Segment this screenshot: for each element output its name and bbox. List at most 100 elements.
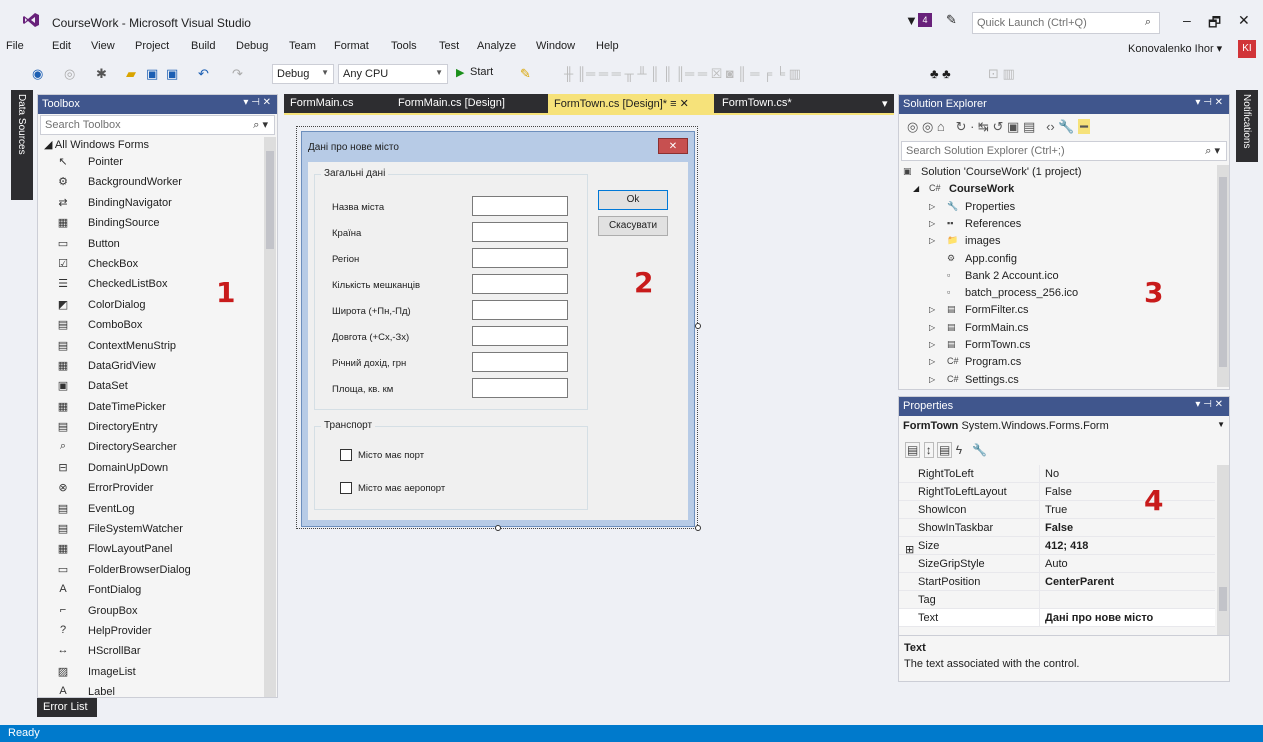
tab-formtown-design[interactable]: FormTown.cs [Design]* ≡ ✕ — [548, 94, 714, 113]
menu-project[interactable]: Project — [135, 40, 169, 52]
toolbox-item[interactable]: ? HelpProvider — [38, 621, 263, 641]
error-list-tab[interactable]: Error List — [37, 698, 97, 717]
back-icon[interactable]: ◉ — [32, 66, 43, 82]
resize-handle-bottom[interactable] — [495, 525, 501, 531]
property-value[interactable]: Дані про нове місто — [1045, 612, 1153, 624]
tab-order-icon[interactable]: ♣ ♣ — [930, 66, 951, 81]
pin-close-icons[interactable]: ▾ ⊣ ✕ — [243, 97, 271, 108]
property-row[interactable]: SizeGripStyle Auto — [899, 555, 1215, 573]
undo-icon[interactable]: ↶ — [198, 66, 209, 82]
quick-launch-input[interactable]: Quick Launch (Ctrl+Q) ⌕ — [972, 12, 1160, 34]
minimize-button[interactable]: – — [1183, 12, 1191, 28]
tab-formmain-design[interactable]: FormMain.cs [Design] — [392, 94, 511, 113]
user-account[interactable]: Konovalenko Ihor ▾ — [1128, 42, 1222, 55]
menu-test[interactable]: Test — [439, 40, 459, 52]
input-latitude[interactable] — [472, 300, 568, 320]
expand-arrow-icon[interactable]: ▷ — [929, 202, 935, 211]
menu-build[interactable]: Build — [191, 40, 215, 52]
toolbox-item[interactable]: ⌐ GroupBox — [38, 601, 263, 621]
feedback-icon[interactable]: ✎ — [946, 12, 957, 28]
tab-formmain-cs[interactable]: FormMain.cs — [284, 94, 360, 113]
forward-icon[interactable]: ◎ — [64, 66, 75, 82]
toolbox-item[interactable]: ▤ ComboBox — [38, 315, 263, 335]
properties-toolbar-icons[interactable]: ▤ ↕ ▤ ϟ 🔧 — [905, 442, 987, 458]
toolbox-item[interactable]: ▦ DateTimePicker — [38, 397, 263, 417]
redo-icon[interactable]: ↷ — [232, 66, 243, 82]
toolbox-item[interactable]: ▤ FileSystemWatcher — [38, 519, 263, 539]
input-country[interactable] — [472, 222, 568, 242]
solution-explorer-scroll-thumb[interactable] — [1219, 177, 1227, 367]
property-value[interactable]: False — [1045, 486, 1072, 498]
properties-scroll-thumb[interactable] — [1219, 587, 1227, 611]
toolbox-item[interactable]: ▭ FolderBrowserDialog — [38, 560, 263, 580]
input-area[interactable] — [472, 378, 568, 398]
expand-arrow-icon[interactable]: ▷ — [929, 357, 935, 366]
toolbox-item[interactable]: ▤ DirectoryEntry — [38, 417, 263, 437]
close-tab-icon[interactable]: ✕ — [680, 98, 689, 110]
toolbox-item[interactable]: ⌕ DirectorySearcher — [38, 437, 263, 457]
toolbox-item[interactable]: ▤ ContextMenuStrip — [38, 336, 263, 356]
input-annual-income[interactable] — [472, 352, 568, 372]
form-town-window[interactable]: Дані про нове місто ✕ Загальні дані Назв… — [301, 131, 695, 527]
pin-icon[interactable]: ≡ — [670, 98, 676, 110]
toolbox-item[interactable]: ⊗ ErrorProvider — [38, 478, 263, 498]
restore-button[interactable]: 🗗 — [1208, 12, 1221, 36]
property-row[interactable]: Text Дані про нове місто — [899, 609, 1215, 627]
resize-handle-corner[interactable] — [695, 525, 701, 531]
tab-formtown-cs[interactable]: FormTown.cs* — [716, 94, 798, 113]
checkbox-airport[interactable] — [340, 482, 352, 494]
property-value[interactable]: 412; 418 — [1045, 540, 1088, 552]
avatar[interactable]: KI — [1238, 40, 1256, 58]
data-sources-tab[interactable]: Data Sources — [11, 90, 33, 200]
group-transport[interactable]: Транспорт — [314, 420, 588, 510]
notification-count-badge[interactable]: 4 — [918, 13, 932, 27]
toolbox-item[interactable]: ▨ ImageList — [38, 662, 263, 682]
toolbox-item[interactable]: ▦ BindingSource — [38, 213, 263, 233]
property-row[interactable]: Tag — [899, 591, 1215, 609]
toolbox-item[interactable]: ▤ EventLog — [38, 499, 263, 519]
pin-close-icons[interactable]: ▾ ⊣ ✕ — [1195, 399, 1223, 410]
toolbox-item[interactable]: ▦ FlowLayoutPanel — [38, 539, 263, 559]
cancel-button[interactable]: Скасувати — [598, 216, 668, 236]
expand-arrow-icon[interactable]: ▷ — [929, 323, 935, 332]
expand-arrow-icon[interactable]: ▷ — [929, 340, 935, 349]
menu-file[interactable]: File — [6, 40, 24, 52]
resize-handle-right[interactable] — [695, 323, 701, 329]
property-row[interactable]: ShowInTaskbar False — [899, 519, 1215, 537]
save-all-icon[interactable]: ▣ — [166, 66, 178, 82]
menu-window[interactable]: Window — [536, 40, 575, 52]
input-town-name[interactable] — [472, 196, 568, 216]
property-row[interactable]: StartPosition CenterParent — [899, 573, 1215, 591]
property-row[interactable]: RightToLeft No — [899, 465, 1215, 483]
menu-view[interactable]: View — [91, 40, 115, 52]
toolbox-search-input[interactable]: Search Toolbox ⌕ ▾ — [40, 115, 275, 135]
expand-arrow-icon[interactable]: ▷ — [929, 236, 935, 245]
form-close-icon[interactable]: ✕ — [658, 138, 688, 154]
expand-arrow-icon[interactable]: ▷ — [929, 375, 935, 384]
menu-edit[interactable]: Edit — [52, 40, 71, 52]
solution-explorer-toolbar-icons[interactable]: ◎ ◎ ⌂ ↻ · ↹ ↺ ▣ ▤ ‹› 🔧 ━ — [907, 119, 1090, 135]
notification-flag-icon[interactable]: ▼ — [905, 13, 918, 28]
toolbox-group-header[interactable]: ◢ All Windows Forms — [44, 138, 149, 151]
config-dropdown[interactable]: Debug ▼ — [272, 64, 334, 84]
new-project-icon[interactable]: ✱ — [96, 66, 107, 82]
toolbox-item[interactable]: ⇄ BindingNavigator — [38, 193, 263, 213]
find-icon[interactable]: ✎ — [520, 66, 531, 82]
input-longitude[interactable] — [472, 326, 568, 346]
checkbox-port[interactable] — [340, 449, 352, 461]
toolbox-item[interactable]: ▦ DataGridView — [38, 356, 263, 376]
notifications-tab[interactable]: Notifications — [1236, 90, 1258, 162]
form-selection-frame[interactable]: Дані про нове місто ✕ Загальні дані Назв… — [296, 126, 701, 531]
property-value[interactable]: No — [1045, 468, 1059, 480]
save-icon[interactable]: ▣ — [146, 66, 158, 82]
size-expander-icon[interactable]: ⊞ — [905, 543, 914, 556]
start-icon[interactable]: ▶ — [456, 66, 464, 79]
toolbox-item[interactable]: ↖ Pointer — [38, 152, 263, 172]
menu-analyze[interactable]: Analyze — [477, 40, 516, 52]
lock-controls-icon[interactable]: ⊡ ▥ — [988, 66, 1015, 82]
expand-arrow-icon[interactable]: ◢ — [913, 184, 919, 193]
toolbox-scroll-thumb[interactable] — [266, 151, 274, 249]
expand-arrow-icon[interactable]: ▷ — [929, 219, 935, 228]
menu-format[interactable]: Format — [334, 40, 369, 52]
toolbox-item[interactable]: ☑ CheckBox — [38, 254, 263, 274]
